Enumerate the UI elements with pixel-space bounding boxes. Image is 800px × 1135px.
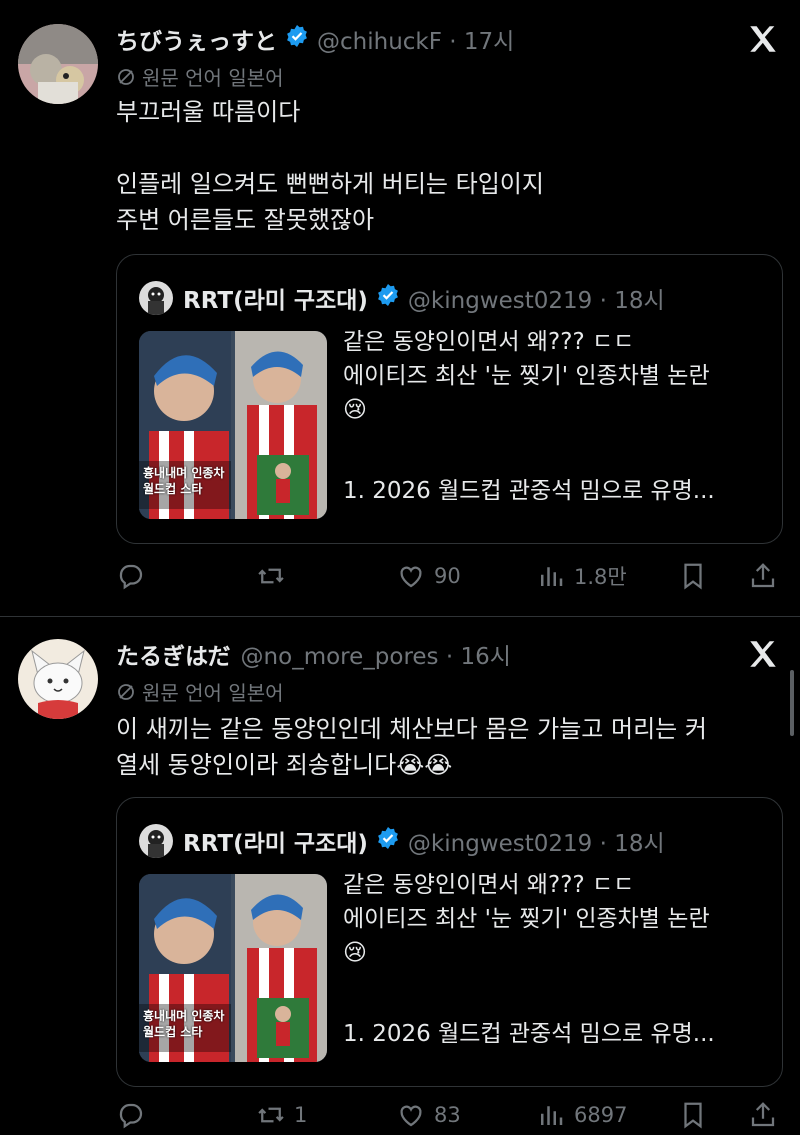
quoted-display-name: RRT(라미 구조대) — [183, 831, 368, 857]
handle-and-time[interactable]: @chihuckF · 17시 — [317, 22, 514, 56]
quoted-line-1: 같은 동양인이면서 왜??? ㄷㄷ — [343, 872, 635, 898]
quoted-thumbnail[interactable]: 흉내내며 인종차 월드컵 스타 — [139, 874, 327, 1062]
quoted-handle-and-time: @kingwest0219 · 18시 — [407, 288, 665, 314]
tweet-actions: 90 1.8만 — [116, 556, 786, 596]
views-count: 1.8만 — [574, 565, 627, 589]
translation-note[interactable]: 원문 언어 일본어 — [116, 677, 284, 706]
like-count: 90 — [434, 564, 461, 588]
tweet-text: 이 새끼는 같은 동양인인데 체산보다 몸은 가늘고 머리는 커 열세 동양인이… — [116, 715, 707, 779]
like-icon — [400, 566, 422, 588]
repost-icon — [258, 568, 284, 584]
like-icon — [400, 1105, 422, 1127]
thumbnail-caption-line-1: 흉내내며 인종차 — [143, 466, 225, 480]
translation-label: 원문 언어 일본어 — [142, 66, 284, 90]
quoted-line-2: 에이티즈 최산 '눈 찢기' 인종차별 논란 — [343, 363, 710, 389]
like-button[interactable]: 83 — [396, 1095, 461, 1135]
quoted-line-2: 에이티즈 최산 '눈 찢기' 인종차별 논란 — [343, 906, 710, 932]
views-count: 6897 — [574, 1103, 628, 1127]
translation-note[interactable]: 원문 언어 일본어 — [116, 62, 284, 91]
quoted-subline: 1. 2026 월드컵 관중석 밈으로 유명... — [343, 1021, 715, 1047]
share-icon — [751, 563, 775, 588]
quoted-handle-and-time: @kingwest0219 · 18시 — [407, 831, 665, 857]
share-button[interactable] — [748, 1095, 786, 1135]
avatar[interactable] — [18, 639, 98, 719]
display-name[interactable]: たるぎはだ — [116, 637, 231, 671]
views-icon — [541, 567, 563, 586]
quoted-tweet[interactable]: RRT(라미 구조대) @kingwest0219 · 18시 흉내내며 인종차… — [116, 254, 783, 544]
quoted-tweet-header: RRT(라미 구조대) @kingwest0219 · 18시 — [139, 281, 665, 315]
reply-button[interactable] — [116, 1095, 154, 1135]
thumbnail-caption-line-2: 월드컵 스타 — [143, 482, 203, 496]
display-name[interactable]: ちびうぇっすと — [116, 22, 277, 56]
quoted-tweet-text: 같은 동양인이면서 왜??? ㄷㄷ 에이티즈 최산 '눈 찢기' 인종차별 논란… — [343, 325, 763, 427]
bookmark-icon — [684, 1102, 702, 1129]
reply-icon — [119, 564, 143, 590]
tweet-header: たるぎはだ @no_more_pores · 16시 — [116, 637, 511, 671]
repost-button[interactable] — [256, 556, 294, 596]
verified-badge-icon — [285, 24, 309, 54]
handle-and-time[interactable]: @no_more_pores · 16시 — [241, 637, 511, 671]
tweet-text: 부끄러울 따름이다 인플레 일으켜도 뻔뻔하게 버티는 타입이지 주변 어른들도… — [116, 98, 544, 234]
tweet-actions: 1 83 6897 — [116, 1095, 786, 1135]
views-icon — [541, 1106, 563, 1125]
quoted-tweet[interactable]: RRT(라미 구조대) @kingwest0219 · 18시 흉내내며 인종차… — [116, 797, 783, 1087]
verified-badge-icon — [376, 283, 400, 313]
quoted-avatar — [139, 824, 173, 858]
scrollbar[interactable] — [790, 670, 794, 736]
quoted-emoji: 😢 — [343, 940, 367, 966]
thumbnail-caption: 흉내내며 인종차 월드컵 스타 — [143, 1008, 224, 1040]
translation-label: 원문 언어 일본어 — [142, 681, 284, 705]
x-logo-icon[interactable] — [746, 637, 780, 671]
repost-icon — [258, 1107, 284, 1123]
thumbnail-caption: 흉내내며 인종차 월드컵 스타 — [143, 465, 224, 497]
bookmark-icon — [684, 563, 702, 590]
quoted-avatar — [139, 281, 173, 315]
reply-icon — [119, 1103, 143, 1129]
tweet[interactable]: ちびうぇっすと @chihuckF · 17시 원문 언어 일본어 부끄러울 따… — [0, 0, 800, 616]
repost-button[interactable]: 1 — [256, 1095, 307, 1135]
verified-badge-icon — [376, 826, 400, 856]
quoted-tweet-header: RRT(라미 구조대) @kingwest0219 · 18시 — [139, 824, 665, 858]
translate-icon — [118, 68, 134, 85]
reply-button[interactable] — [116, 556, 154, 596]
tweet-header: ちびうぇっすと @chihuckF · 17시 — [116, 22, 514, 56]
views-button[interactable]: 1.8만 — [536, 556, 627, 596]
thumbnail-caption-line-1: 흉내내며 인종차 — [143, 1009, 225, 1023]
quoted-tweet-text: 같은 동양인이면서 왜??? ㄷㄷ 에이티즈 최산 '눈 찢기' 인종차별 논란… — [343, 868, 763, 970]
x-logo-icon[interactable] — [746, 22, 780, 56]
like-count: 83 — [434, 1103, 461, 1127]
views-button[interactable]: 6897 — [536, 1095, 627, 1135]
like-button[interactable]: 90 — [396, 556, 461, 596]
quoted-line-1: 같은 동양인이면서 왜??? ㄷㄷ — [343, 329, 635, 355]
quoted-thumbnail[interactable]: 흉내내며 인종차 월드컵 스타 — [139, 331, 327, 519]
thumbnail-caption-line-2: 월드컵 스타 — [143, 1025, 203, 1039]
translate-icon — [118, 683, 134, 700]
repost-count: 1 — [294, 1103, 308, 1127]
quoted-display-name: RRT(라미 구조대) — [183, 288, 368, 314]
avatar[interactable] — [18, 24, 98, 104]
tweet[interactable]: たるぎはだ @no_more_pores · 16시 원문 언어 일본어 이 새… — [0, 617, 800, 1134]
bookmark-button[interactable] — [678, 556, 716, 596]
share-icon — [751, 1102, 775, 1127]
bookmark-button[interactable] — [678, 1095, 716, 1135]
quoted-subline: 1. 2026 월드컵 관중석 밈으로 유명... — [343, 478, 715, 504]
share-button[interactable] — [748, 556, 786, 596]
quoted-emoji: 😢 — [343, 397, 367, 423]
